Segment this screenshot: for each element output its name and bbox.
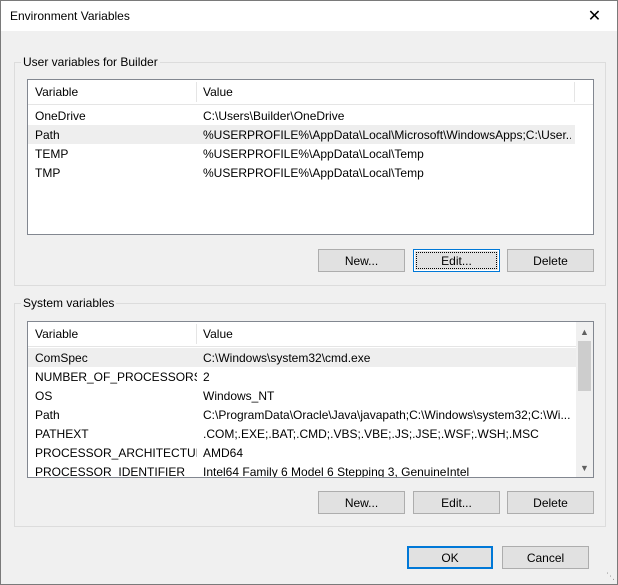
user-row-path[interactable]: Path %USERPROFILE%\AppData\Local\Microso… — [28, 125, 575, 144]
scroll-down-arrow[interactable]: ▼ — [576, 459, 593, 476]
system-edit-button[interactable]: Edit... — [413, 491, 500, 514]
user-row-temp[interactable]: TEMP %USERPROFILE%\AppData\Local\Temp — [28, 144, 593, 163]
user-list-header: Variable Value — [28, 80, 593, 105]
row-value: Intel64 Family 6 Model 6 Stepping 3, Gen… — [203, 465, 470, 478]
user-variables-list[interactable]: Variable Value OneDrive C:\Users\Builder… — [27, 79, 594, 235]
user-row-tmp[interactable]: TMP %USERPROFILE%\AppData\Local\Temp — [28, 163, 593, 182]
ok-button[interactable]: OK — [407, 546, 493, 569]
row-variable: NUMBER_OF_PROCESSORS — [35, 370, 197, 384]
row-value: .COM;.EXE;.BAT;.CMD;.VBS;.VBE;.JS;.JSE;.… — [203, 427, 539, 441]
row-variable: PROCESSOR_IDENTIFIER — [35, 465, 186, 478]
user-variables-group: User variables for Builder Variable Valu… — [14, 55, 606, 286]
environment-variables-dialog: Environment Variables ✕ User variables f… — [0, 0, 618, 585]
user-delete-button[interactable]: Delete — [507, 249, 594, 272]
system-row-path[interactable]: Path C:\ProgramData\Oracle\Java\javapath… — [28, 405, 576, 424]
system-row-processor-architecture[interactable]: PROCESSOR_ARCHITECTURE AMD64 — [28, 443, 576, 462]
scrollbar-thumb[interactable] — [578, 341, 591, 391]
user-header-value[interactable]: Value — [203, 85, 233, 99]
system-list-scrollbar[interactable]: ▲ ▼ — [576, 322, 593, 477]
row-variable: Path — [35, 408, 60, 422]
system-row-os[interactable]: OS Windows_NT — [28, 386, 576, 405]
dialog-title: Environment Variables — [10, 9, 130, 23]
row-value: %USERPROFILE%\AppData\Local\Temp — [203, 147, 424, 161]
row-variable: TEMP — [35, 147, 69, 161]
user-variables-label: User variables for Builder — [21, 55, 160, 69]
close-button[interactable]: ✕ — [572, 1, 617, 31]
system-variables-label: System variables — [21, 296, 117, 310]
user-edit-button[interactable]: Edit... — [413, 249, 500, 272]
row-value: %USERPROFILE%\AppData\Local\Temp — [203, 166, 424, 180]
system-list-header: Variable Value — [28, 322, 576, 347]
row-value: C:\Users\Builder\OneDrive — [203, 109, 345, 123]
resize-grip-icon[interactable]: ⋱ — [603, 570, 615, 582]
scroll-up-arrow[interactable]: ▲ — [576, 323, 593, 340]
row-variable: OneDrive — [35, 109, 86, 123]
user-new-button[interactable]: New... — [318, 249, 405, 272]
system-header-value[interactable]: Value — [203, 327, 233, 341]
system-row-processor-identifier[interactable]: PROCESSOR_IDENTIFIER Intel64 Family 6 Mo… — [28, 462, 576, 478]
system-variables-list[interactable]: Variable Value ComSpec C:\Windows\system… — [27, 321, 594, 478]
system-new-button[interactable]: New... — [318, 491, 405, 514]
system-row-pathext[interactable]: PATHEXT .COM;.EXE;.BAT;.CMD;.VBS;.VBE;.J… — [28, 424, 576, 443]
user-row-onedrive[interactable]: OneDrive C:\Users\Builder\OneDrive — [28, 106, 593, 125]
user-header-variable[interactable]: Variable — [35, 85, 78, 99]
row-value: Windows_NT — [203, 389, 275, 403]
row-variable: PATHEXT — [35, 427, 89, 441]
system-row-comspec[interactable]: ComSpec C:\Windows\system32\cmd.exe — [28, 348, 576, 367]
system-row-number-of-processors[interactable]: NUMBER_OF_PROCESSORS 2 — [28, 367, 576, 386]
close-icon: ✕ — [587, 8, 602, 25]
row-value: 2 — [203, 370, 210, 384]
row-value: C:\ProgramData\Oracle\Java\javapath;C:\W… — [203, 408, 571, 422]
row-value: C:\Windows\system32\cmd.exe — [203, 351, 371, 365]
system-delete-button[interactable]: Delete — [507, 491, 594, 514]
system-variables-group: System variables Variable Value ComSpec … — [14, 296, 606, 527]
row-variable: OS — [35, 389, 53, 403]
row-variable: Path — [35, 128, 60, 142]
cancel-button[interactable]: Cancel — [502, 546, 589, 569]
row-variable: ComSpec — [35, 351, 88, 365]
system-header-variable[interactable]: Variable — [35, 327, 78, 341]
row-variable: PROCESSOR_ARCHITECTURE — [35, 446, 197, 460]
row-value: %USERPROFILE%\AppData\Local\Microsoft\Wi… — [203, 128, 571, 142]
title-bar: Environment Variables ✕ — [1, 1, 617, 31]
row-value: AMD64 — [203, 446, 244, 460]
row-variable: TMP — [35, 166, 61, 180]
